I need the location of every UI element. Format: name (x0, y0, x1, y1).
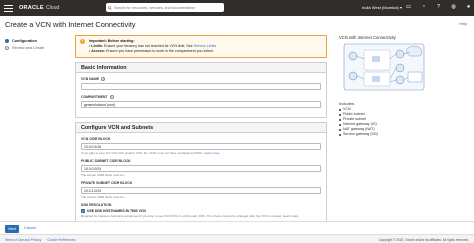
globe-icon[interactable]: ◍ (450, 4, 457, 11)
service-limits-link[interactable]: Service Limits (194, 44, 216, 48)
configure-vcn-section: Configure VCN and Subnets VCN CIDR BLOCK… (75, 122, 327, 227)
wizard-steps: Configuration Review and Create (5, 37, 65, 51)
logo-main-text: ORACLE (19, 5, 44, 11)
dns-hostnames-label: USE DNS HOSTNAMES IN THIS VCN (87, 209, 146, 213)
form-main: ! Important: Before starting: • Limits: … (75, 35, 327, 227)
dns-hostnames-checkbox[interactable]: ✓ (81, 209, 85, 213)
menu-icon[interactable] (4, 4, 13, 12)
step-configuration[interactable]: Configuration (5, 37, 65, 44)
includes-title: Includes: (339, 101, 356, 106)
notice-heading: Important: Before starting: (89, 39, 135, 43)
access-label: Access: (91, 49, 106, 53)
profile-icon[interactable]: ● (465, 4, 472, 11)
vcn-summary-panel: VCN with Internet Connectivity Includes:… (339, 35, 464, 137)
dns-hostnames-checkbox-row[interactable]: ✓ USE DNS HOSTNAMES IN THIS VCN (81, 209, 321, 213)
info-icon[interactable]: i (109, 95, 114, 99)
bell-icon[interactable]: ◔ (420, 4, 427, 11)
action-bar: Next Cancel (0, 221, 474, 234)
step-label: Review and Create (12, 45, 45, 50)
public-cidr-hint: The subnet CIDR block must be... (81, 173, 127, 177)
limits-label: Limits: (91, 44, 104, 48)
limits-text: Ensure your tenancy has not reached its … (104, 44, 193, 48)
step-active-icon (5, 38, 9, 43)
info-icon[interactable]: i (101, 77, 106, 81)
access-text: Ensure you have permission to work in th… (106, 49, 214, 53)
help-icon[interactable]: ? (435, 4, 442, 11)
help-link[interactable]: Help (459, 21, 467, 26)
footer: Terms of Use and Privacy Cookie Preferen… (0, 234, 474, 243)
section-heading: Configure VCN and Subnets (76, 123, 326, 133)
cloud-shell-icon[interactable]: ▭ (405, 4, 412, 11)
includes-list: VCN Public subnet Private subnet Interne… (339, 107, 464, 137)
warning-icon: ! (80, 39, 85, 44)
compartment-label: COMPARTMENT (81, 95, 108, 99)
dns-resolution-label: DNS RESOLUTION (81, 203, 112, 207)
vcn-cidr-label: VCN CIDR BLOCK (81, 137, 111, 141)
step-idle-icon (5, 45, 9, 50)
step-label: Configuration (12, 38, 37, 43)
step-review-and-create[interactable]: Review and Create (5, 44, 65, 51)
list-item: Service gateway (SG) (339, 132, 464, 137)
private-cidr-label: PRIVATE SUBNET CIDR BLOCK (81, 181, 133, 185)
search-icon (108, 5, 112, 10)
private-subnet-cidr-input[interactable]: 10.0.1.0/24 (81, 187, 321, 194)
vcn-cidr-hint: If you plan to peer this VCN with anothe… (81, 151, 321, 155)
cancel-link[interactable]: Cancel (24, 226, 36, 230)
next-button[interactable]: Next (5, 224, 19, 233)
learn-more-link[interactable]: Learn more. (204, 151, 220, 155)
vcn-name-input[interactable] (81, 83, 321, 90)
terms-link[interactable]: Terms of Use and Privacy (5, 238, 41, 242)
dns-hint: Required for instance hostname assignmen… (81, 214, 321, 218)
private-cidr-hint: The subnet CIDR block must be... (81, 195, 127, 199)
copyright-text: Copyright © 2020, Oracle and/or its affi… (378, 237, 469, 242)
top-navigation-bar: ORACLE Cloud Search for resources, servi… (0, 0, 474, 16)
logo-sub-text: Cloud (45, 5, 60, 11)
learn-more-link[interactable]: Learn more. (283, 214, 299, 218)
vcn-architecture-diagram (343, 43, 425, 91)
notice-text: Important: Before starting: • Limits: En… (89, 39, 217, 53)
search-placeholder: Search for resources, services, and docu… (114, 5, 196, 10)
page-title: Create a VCN with Internet Connectivity (5, 20, 136, 29)
compartment-select[interactable]: genericlockout (root) (81, 101, 321, 108)
public-cidr-label: PUBLIC SUBNET CIDR BLOCK (81, 159, 131, 163)
cookie-preferences-link[interactable]: Cookie Preferences (47, 238, 75, 242)
hint-text: If you plan to peer this VCN with anothe… (81, 151, 204, 155)
oracle-cloud-logo[interactable]: ORACLE Cloud (19, 5, 59, 11)
hint-text: Required for instance hostname assignmen… (81, 214, 282, 218)
vcn-name-label: VCN NAME (81, 77, 100, 81)
region-selector[interactable]: India West (Mumbai) ▾ (362, 5, 402, 10)
region-label: India West (Mumbai) (362, 5, 399, 10)
public-subnet-cidr-input[interactable]: 10.0.0.0/24 (81, 165, 321, 172)
search-input[interactable]: Search for resources, services, and docu… (106, 3, 224, 12)
section-heading: Basic Information (76, 63, 326, 73)
basic-information-section: Basic Information VCN NAME i COMPARTMENT… (75, 62, 327, 118)
diagram-title: VCN with Internet Connectivity (339, 35, 396, 40)
important-notice: ! Important: Before starting: • Limits: … (75, 35, 327, 58)
vcn-cidr-input[interactable]: 10.0.0.0/16 (81, 143, 321, 150)
